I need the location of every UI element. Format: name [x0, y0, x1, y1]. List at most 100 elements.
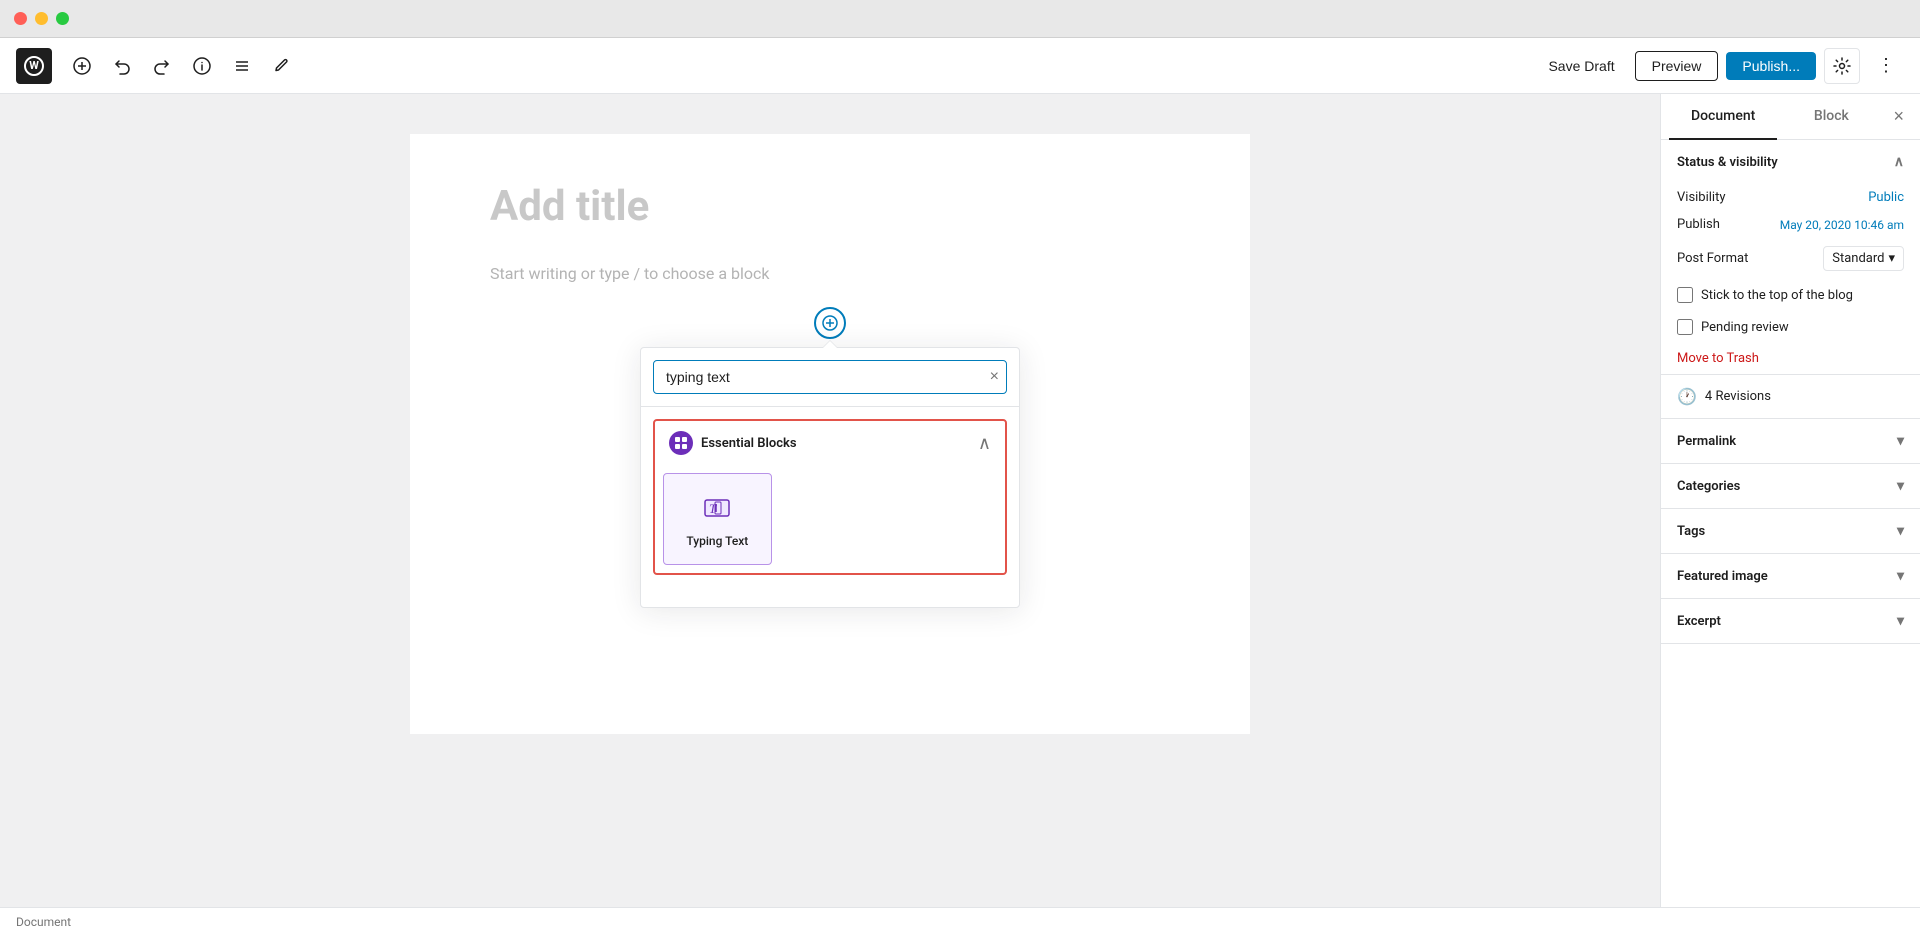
featured-image-header[interactable]: Featured image ▾: [1661, 554, 1920, 598]
settings-button[interactable]: [1824, 48, 1860, 84]
featured-image-chevron-icon: ▾: [1897, 568, 1904, 584]
featured-image-title: Featured image: [1677, 569, 1768, 584]
search-clear-button[interactable]: ×: [990, 368, 999, 386]
wp-main: Add title Start writing or type / to cho…: [0, 94, 1920, 907]
pending-review-row: Pending review: [1661, 311, 1920, 343]
block-search-area: typing text ×: [641, 348, 1019, 407]
wp-canvas[interactable]: Add title Start writing or type / to cho…: [0, 94, 1660, 907]
tags-header[interactable]: Tags ▾: [1661, 509, 1920, 553]
publish-label: Publish: [1677, 217, 1720, 232]
wp-logo-text: W: [29, 59, 39, 72]
excerpt-panel: Excerpt ▾: [1661, 599, 1920, 644]
info-button[interactable]: [184, 48, 220, 84]
inserter-bottom-space: [641, 587, 1019, 607]
popup-arrow: [822, 340, 838, 348]
stick-top-checkbox[interactable]: [1677, 287, 1693, 303]
post-title-placeholder[interactable]: Add title: [490, 182, 1170, 232]
typing-text-block-item[interactable]: T Typing Text: [663, 473, 772, 565]
typing-text-icon: T: [699, 490, 735, 526]
tab-block[interactable]: Block: [1777, 94, 1885, 140]
wp-editor: W Save Draft Preview Publish...: [0, 38, 1920, 935]
mac-max-btn[interactable]: [56, 12, 69, 25]
revisions-clock-icon: 🕐: [1677, 387, 1697, 406]
visibility-label: Visibility: [1677, 190, 1726, 205]
permalink-header[interactable]: Permalink ▾: [1661, 419, 1920, 463]
categories-header[interactable]: Categories ▾: [1661, 464, 1920, 508]
more-icon: ⋮: [1877, 55, 1895, 76]
categories-panel: Categories ▾: [1661, 464, 1920, 509]
excerpt-title: Excerpt: [1677, 614, 1721, 629]
category-header: Essential Blocks ∧: [655, 421, 1005, 465]
mac-close-btn[interactable]: [14, 12, 27, 25]
undo-button[interactable]: [104, 48, 140, 84]
categories-chevron-icon: ▾: [1897, 478, 1904, 494]
featured-image-panel: Featured image ▾: [1661, 554, 1920, 599]
revisions-label: 4 Revisions: [1705, 389, 1771, 404]
save-draft-button[interactable]: Save Draft: [1536, 52, 1626, 80]
list-view-button[interactable]: [224, 48, 260, 84]
status-visibility-header[interactable]: Status & visibility ∧: [1661, 140, 1920, 184]
tags-panel: Tags ▾: [1661, 509, 1920, 554]
publish-row: Publish May 20, 2020 10:46 am: [1661, 211, 1920, 238]
post-format-row: Post Format Standard ▾: [1661, 238, 1920, 279]
permalink-panel: Permalink ▾: [1661, 419, 1920, 464]
popup-arrow-inner: [823, 341, 837, 348]
post-format-label: Post Format: [1677, 251, 1748, 266]
sidebar-close-button[interactable]: ×: [1886, 102, 1913, 131]
block-grid: T Typing Text: [655, 465, 1005, 573]
status-chevron-icon: ∧: [1894, 154, 1904, 170]
status-visibility-panel: Status & visibility ∧ Visibility Public …: [1661, 140, 1920, 375]
status-visibility-title: Status & visibility: [1677, 155, 1778, 170]
stick-top-label[interactable]: Stick to the top of the blog: [1701, 288, 1853, 303]
stick-top-row: Stick to the top of the blog: [1661, 279, 1920, 311]
block-placeholder-text: Start writing or type / to choose a bloc…: [490, 264, 1170, 283]
more-options-button[interactable]: ⋮: [1868, 48, 1904, 84]
block-search-input[interactable]: typing text: [653, 360, 1007, 394]
excerpt-chevron-icon: ▾: [1897, 613, 1904, 629]
toolbar-right: Save Draft Preview Publish... ⋮: [1536, 48, 1904, 84]
wp-toolbar: W Save Draft Preview Publish...: [0, 38, 1920, 94]
close-icon: ×: [1894, 106, 1905, 126]
statusbar-label: Document: [16, 915, 71, 929]
revisions-row[interactable]: 🕐 4 Revisions: [1661, 375, 1920, 418]
preview-button[interactable]: Preview: [1635, 51, 1719, 81]
visibility-value[interactable]: Public: [1868, 190, 1904, 205]
category-label: Essential Blocks: [669, 431, 797, 455]
tags-chevron-icon: ▾: [1897, 523, 1904, 539]
wp-logo-inner: W: [24, 56, 44, 76]
wp-statusbar: Document: [0, 907, 1920, 935]
block-inserter-popup: typing text × Essential Block: [640, 347, 1020, 608]
category-name: Essential Blocks: [701, 436, 797, 451]
collapse-icon: ∧: [978, 433, 991, 453]
edit-mode-button[interactable]: [264, 48, 300, 84]
excerpt-header[interactable]: Excerpt ▾: [1661, 599, 1920, 643]
move-to-trash-container: Move to Trash: [1661, 343, 1920, 374]
redo-button[interactable]: [144, 48, 180, 84]
move-to-trash-link[interactable]: Move to Trash: [1661, 343, 1775, 374]
tab-document[interactable]: Document: [1669, 94, 1777, 140]
add-block-toolbar-button[interactable]: [64, 48, 100, 84]
editor-content: Add title Start writing or type / to cho…: [410, 134, 1250, 734]
essential-blocks-category: Essential Blocks ∧: [653, 419, 1007, 575]
eb-logo-icon: [669, 431, 693, 455]
revisions-panel: 🕐 4 Revisions: [1661, 375, 1920, 419]
publish-button[interactable]: Publish...: [1726, 52, 1816, 80]
publish-value[interactable]: May 20, 2020 10:46 am: [1780, 218, 1904, 232]
visibility-row: Visibility Public: [1661, 184, 1920, 211]
category-collapse-button[interactable]: ∧: [978, 433, 991, 454]
clear-icon: ×: [990, 368, 999, 385]
post-format-value: Standard: [1832, 251, 1884, 266]
wp-logo[interactable]: W: [16, 48, 52, 84]
add-block-plus-button[interactable]: [814, 307, 846, 339]
mac-min-btn[interactable]: [35, 12, 48, 25]
typing-text-block-label: Typing Text: [686, 534, 748, 548]
permalink-title: Permalink: [1677, 434, 1736, 449]
pending-review-label[interactable]: Pending review: [1701, 320, 1789, 335]
mac-titlebar: [0, 0, 1920, 38]
permalink-chevron-icon: ▾: [1897, 433, 1904, 449]
post-format-arrow-icon: ▾: [1888, 251, 1895, 266]
post-format-select[interactable]: Standard ▾: [1823, 246, 1904, 271]
wp-sidebar: Document Block × Status & visibility ∧ V…: [1660, 94, 1920, 907]
pending-review-checkbox[interactable]: [1677, 319, 1693, 335]
sidebar-tabs: Document Block ×: [1661, 94, 1920, 140]
